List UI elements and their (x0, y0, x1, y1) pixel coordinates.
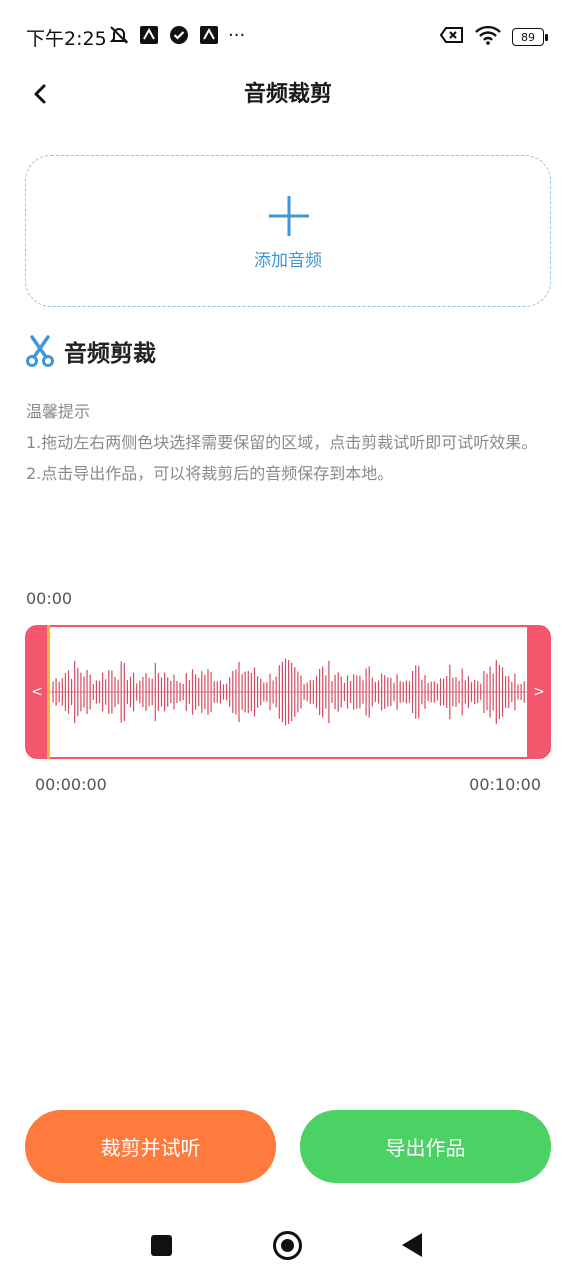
battery-icon: 89 (512, 28, 548, 46)
start-time: 00:00:00 (35, 775, 107, 794)
wave-editor[interactable]: < > (25, 625, 551, 759)
tips-heading: 温馨提示 (26, 402, 91, 421)
export-button[interactable]: 导出作品 (300, 1110, 551, 1183)
add-audio-label: 添加音频 (254, 251, 322, 271)
section-title: 音频剪裁 (64, 341, 156, 367)
recent-apps-button[interactable] (151, 1235, 172, 1256)
add-audio-area[interactable]: 添加音频 (25, 155, 551, 307)
status-bar: 下午2:25 ··· 89 (0, 0, 576, 72)
more-notifications: ··· (228, 24, 246, 46)
tips: 温馨提示 1.拖动左右两侧色块选择需要保留的区域，点击剪裁试听即可试听效果。 2… (26, 396, 552, 489)
current-time: 00:00 (26, 589, 73, 608)
page-title: 音频裁剪 (243, 82, 332, 107)
end-time: 00:10:00 (469, 775, 541, 794)
system-nav-bar (0, 1210, 576, 1280)
home-button[interactable] (273, 1231, 302, 1260)
status-right-icons: 89 (439, 24, 548, 50)
section-header: 音频剪裁 (26, 333, 156, 369)
back-nav-button[interactable] (402, 1233, 422, 1257)
trim-and-preview-button[interactable]: 裁剪并试听 (25, 1110, 276, 1183)
wifi-icon (474, 24, 502, 50)
plus-icon (269, 196, 309, 236)
check-circle-icon (168, 24, 190, 46)
tips-line-2: 2.点击导出作品，可以将裁剪后的音频保存到本地。 (26, 464, 394, 483)
left-trim-handle[interactable]: < (25, 625, 49, 759)
sim-blocked-icon (439, 25, 464, 49)
status-time: 下午2:25 (26, 28, 107, 50)
wave-frame: < > (25, 625, 551, 759)
app-notification-icon (138, 24, 160, 46)
playhead[interactable] (47, 625, 50, 759)
waveform (49, 658, 527, 726)
app-notification-icon (198, 24, 220, 46)
right-trim-handle[interactable]: > (527, 625, 551, 759)
header: 音频裁剪 (0, 72, 576, 112)
battery-level: 89 (512, 28, 544, 46)
tips-line-1: 1.拖动左右两侧色块选择需要保留的区域，点击剪裁试听即可试听效果。 (26, 433, 538, 452)
status-left-icons: ··· (108, 24, 245, 46)
mute-icon (108, 24, 130, 46)
scissors-icon (26, 335, 54, 367)
